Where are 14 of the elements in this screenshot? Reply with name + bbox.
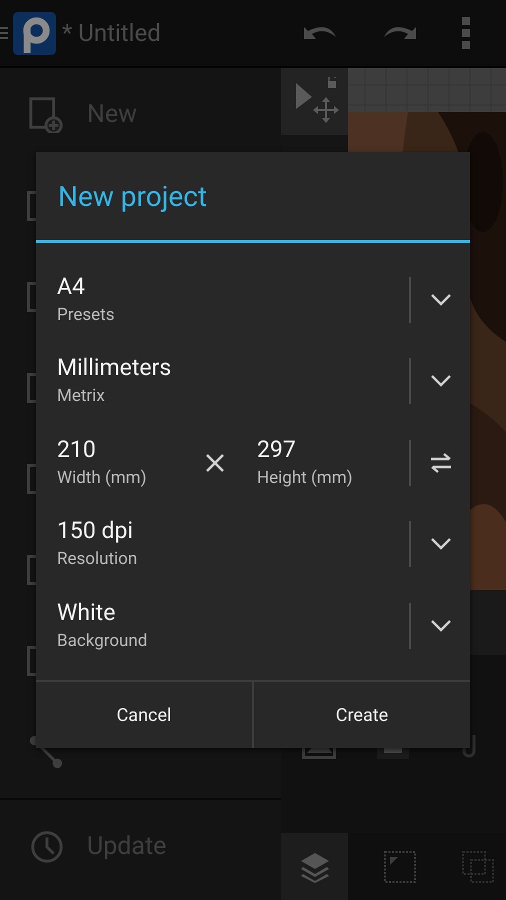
field-value: White — [57, 598, 116, 628]
dialog-title: New project — [36, 152, 470, 243]
field-label: Presets — [57, 304, 116, 327]
field-label: Background — [57, 630, 148, 653]
field-label: Resolution — [57, 548, 138, 572]
field-value: 210 — [57, 434, 97, 465]
field-value: Millimeters — [57, 353, 172, 384]
document-title: * Untitled — [62, 19, 162, 47]
field-value: 150 dpi — [57, 516, 134, 546]
field-value: A4 — [57, 272, 86, 302]
field-label: Width (mm) — [57, 466, 148, 490]
field-value: 297 — [257, 434, 297, 465]
field-label: Height (mm) — [257, 466, 354, 490]
field-label: Metrix — [57, 385, 106, 408]
